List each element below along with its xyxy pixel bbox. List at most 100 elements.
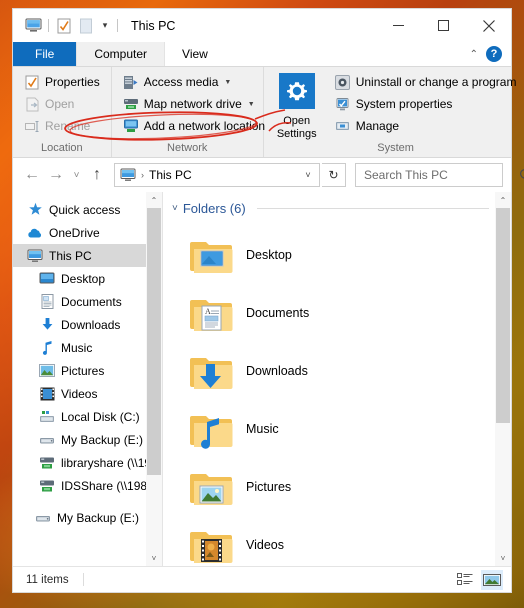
- sidebar-item-label: OneDrive: [49, 225, 100, 240]
- forward-button[interactable]: →: [45, 164, 67, 186]
- close-button[interactable]: [466, 9, 511, 42]
- title-bar: ▾ This PC: [13, 9, 511, 42]
- list-item[interactable]: Videos: [185, 516, 435, 566]
- address-bar[interactable]: › This PC ˅: [114, 163, 320, 187]
- content-pane[interactable]: ˅ Folders (6) Desktop A Documents Downlo…: [163, 192, 511, 566]
- search-input[interactable]: [364, 168, 519, 182]
- search-box[interactable]: [355, 163, 524, 187]
- navigation-scrollbar-track[interactable]: [146, 208, 162, 550]
- folder-tile-list: Desktop A Documents Downloads Music Pict…: [163, 216, 511, 566]
- sidebar-item-desktop[interactable]: Desktop: [13, 267, 162, 290]
- onedrive-cloud-icon: [27, 225, 43, 241]
- sidebar-item-downloads[interactable]: Downloads: [13, 313, 162, 336]
- content-scrollbar-track[interactable]: [495, 208, 511, 550]
- content-pane-scrollbar[interactable]: ⌃ ˅: [495, 192, 511, 566]
- list-item[interactable]: Downloads: [185, 342, 435, 400]
- properties-icon[interactable]: [53, 15, 75, 37]
- ribbon-item-system-properties[interactable]: System properties: [330, 93, 522, 115]
- tab-computer[interactable]: Computer: [76, 42, 166, 66]
- new-folder-icon[interactable]: [75, 15, 97, 37]
- qat-dropdown-caret[interactable]: ▾: [97, 16, 113, 36]
- refresh-button[interactable]: ↻: [322, 163, 346, 187]
- folders-group-header[interactable]: ˅ Folders (6): [163, 192, 511, 216]
- back-button[interactable]: ←: [21, 164, 43, 186]
- sidebar-item-this-pc[interactable]: This PC: [13, 244, 162, 267]
- details-view-button[interactable]: [454, 570, 476, 590]
- scroll-up-arrow-icon[interactable]: ⌃: [495, 192, 511, 208]
- sidebar-item-onedrive[interactable]: OneDrive: [13, 221, 162, 244]
- ribbon-group-location-label: Location: [41, 142, 83, 154]
- chevron-down-icon[interactable]: ▼: [224, 79, 231, 86]
- list-item-label: Pictures: [246, 480, 292, 494]
- content-scrollbar-thumb[interactable]: [496, 208, 510, 424]
- ribbon-item-properties[interactable]: Properties: [19, 71, 105, 93]
- list-item-label: Videos: [246, 538, 284, 552]
- list-item[interactable]: Pictures: [185, 458, 435, 516]
- minimize-button[interactable]: [376, 9, 421, 42]
- folder-videos-icon: [189, 523, 233, 566]
- ribbon-item-map-network-drive[interactable]: Map network drive ▼: [118, 93, 270, 115]
- list-item-label: Music: [246, 422, 279, 436]
- sidebar-item-idsshare[interactable]: IDSShare (\\198.: [13, 474, 162, 497]
- ribbon-item-access-media-label: Access media: [143, 75, 219, 89]
- sidebar-item-videos[interactable]: Videos: [13, 382, 162, 405]
- breadcrumb[interactable]: This PC: [149, 168, 192, 182]
- sidebar-item-local-disk-c[interactable]: Local Disk (C:): [13, 405, 162, 428]
- drive-icon: [35, 510, 51, 526]
- maximize-button[interactable]: [421, 9, 466, 42]
- settings-gear-icon: [278, 73, 315, 114]
- navigation-scrollbar-thumb[interactable]: [147, 208, 161, 475]
- drive-icon: [39, 432, 55, 448]
- sidebar-item-label: IDSShare (\\198.: [61, 478, 151, 493]
- item-count-label: 11 items: [26, 573, 69, 586]
- network-drive-icon: [39, 455, 55, 471]
- ribbon-item-access-media[interactable]: Access media ▼: [118, 71, 270, 93]
- recent-locations-button[interactable]: ˅: [69, 164, 84, 186]
- search-magnifier-icon[interactable]: [519, 168, 524, 182]
- scroll-up-arrow-icon[interactable]: ⌃: [146, 192, 162, 208]
- caption-buttons: [376, 9, 511, 42]
- list-item[interactable]: Desktop: [185, 226, 435, 284]
- group-header-rule: [256, 208, 489, 209]
- sidebar-item-my-backup-e-root[interactable]: My Backup (E:): [13, 506, 162, 529]
- sidebar-item-music[interactable]: Music: [13, 336, 162, 359]
- ribbon-item-uninstall-program[interactable]: Uninstall or change a program: [330, 71, 522, 93]
- navigation-pane: Quick access OneDrive This PC Desktop Do…: [13, 192, 163, 566]
- ribbon-item-add-network-location[interactable]: Add a network location: [118, 115, 270, 137]
- sidebar-item-label: Local Disk (C:): [61, 409, 140, 424]
- tab-view[interactable]: View: [165, 42, 225, 66]
- scroll-down-arrow-icon[interactable]: ˅: [146, 550, 162, 566]
- sidebar-item-quick-access[interactable]: Quick access: [13, 198, 162, 221]
- ribbon-item-manage[interactable]: Manage: [330, 115, 522, 137]
- up-button[interactable]: ↑: [86, 164, 108, 186]
- navigation-pane-scrollbar[interactable]: ⌃ ˅: [146, 192, 162, 566]
- tab-file[interactable]: File: [13, 42, 77, 66]
- ribbon-item-open[interactable]: Open: [19, 93, 105, 115]
- sidebar-item-label: Videos: [61, 386, 98, 401]
- collapse-ribbon-chevron-icon[interactable]: ⌃: [470, 49, 478, 60]
- manage-icon: [335, 118, 351, 134]
- sidebar-item-my-backup-e[interactable]: My Backup (E:): [13, 428, 162, 451]
- this-pc-monitor-icon: [120, 168, 136, 182]
- chevron-down-icon[interactable]: ˅: [172, 203, 178, 214]
- sidebar-item-libraryshare[interactable]: libraryshare (\\19: [13, 451, 162, 474]
- sidebar-item-pictures[interactable]: Pictures: [13, 359, 162, 382]
- star-pin-icon: [27, 202, 43, 218]
- open-settings-button[interactable]: Open Settings: [270, 71, 324, 142]
- address-dropdown-caret-icon[interactable]: ˅: [299, 164, 317, 186]
- ribbon-group-system-body: Open Settings Uninstall or change a prog…: [264, 71, 524, 142]
- ribbon-group-location-column: Properties Open Rename: [19, 71, 105, 142]
- navigation-gap: [13, 497, 162, 506]
- large-icons-view-button[interactable]: [481, 569, 503, 590]
- scroll-down-arrow-icon[interactable]: ˅: [495, 550, 511, 566]
- list-item[interactable]: A Documents: [185, 284, 435, 342]
- list-item[interactable]: Music: [185, 400, 435, 458]
- ribbon-item-rename[interactable]: Rename: [19, 115, 105, 137]
- ribbon-item-map-network-drive-label: Map network drive: [143, 97, 242, 111]
- ribbon-group-network-column: Access media ▼ Map network drive ▼ Add a…: [118, 71, 270, 142]
- sidebar-item-documents[interactable]: Documents: [13, 290, 162, 313]
- ribbon-tab-strip: File Computer View ⌃ ?: [13, 42, 511, 67]
- help-button[interactable]: ?: [486, 46, 502, 62]
- this-pc-monitor-icon[interactable]: [22, 15, 44, 37]
- chevron-down-icon[interactable]: ▼: [248, 101, 255, 108]
